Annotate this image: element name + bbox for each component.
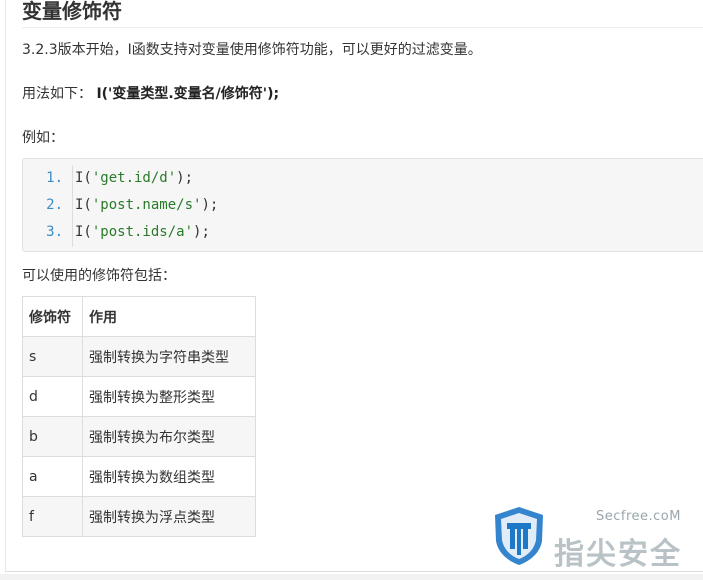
code-string: 'post.name/s' [91, 197, 202, 213]
watermark-site: Secfree.coM [596, 509, 681, 524]
title-divider [22, 27, 703, 28]
table-row: a 强制转换为数组类型 [22, 456, 256, 497]
modifier-cell: d [22, 376, 83, 417]
table-header-purpose: 作用 [82, 296, 256, 337]
code-fn: I( [75, 197, 92, 213]
usage-code: I('变量类型.变量名/修饰符'); [96, 86, 280, 102]
table-row: s 强制转换为字符串类型 [22, 336, 256, 377]
bottom-strip [0, 574, 703, 580]
intro-paragraph: 3.2.3版本开始，I函数支持对变量使用修饰符功能，可以更好的过滤变量。 [22, 42, 482, 58]
table-header-row: 修饰符 作用 [22, 296, 256, 337]
watermark: Secfree.coM 指尖安全 [492, 505, 682, 573]
table-row: f 强制转换为浮点类型 [22, 496, 256, 537]
line-number: 2. [46, 197, 63, 213]
table-header-modifier: 修饰符 [22, 296, 83, 337]
table-row: b 强制转换为布尔类型 [22, 416, 256, 457]
code-text: I('post.ids/a'); [75, 219, 210, 246]
watermark-name: 指尖安全 [554, 537, 682, 572]
code-tail: ); [201, 197, 219, 213]
shield-logo-icon [495, 507, 543, 565]
code-tail: ); [176, 170, 194, 186]
modifier-cell: f [22, 496, 83, 537]
section-title: 变量修饰符 [22, 0, 122, 23]
code-block: 1. I('get.id/d'); 2. I('post.name/s'); 3… [22, 158, 703, 252]
table-row: d 强制转换为整形类型 [22, 376, 256, 417]
code-string: 'post.ids/a' [91, 224, 194, 240]
code-string: 'get.id/d' [91, 170, 177, 186]
code-fn: I( [75, 170, 92, 186]
purpose-cell: 强制转换为字符串类型 [82, 336, 256, 377]
example-label: 例如： [22, 130, 64, 146]
modifier-cell: s [22, 336, 83, 377]
line-number: 3. [46, 224, 63, 240]
purpose-cell: 强制转换为浮点类型 [82, 496, 256, 537]
modifier-cell: a [22, 456, 83, 497]
code-gutter-divider [72, 165, 73, 247]
modifier-table: 修饰符 作用 s 强制转换为字符串类型 d 强制转换为整形类型 b 强制转换为布… [22, 296, 256, 537]
purpose-cell: 强制转换为布尔类型 [82, 416, 256, 457]
code-text: I('get.id/d'); [75, 165, 193, 192]
modifier-cell: b [22, 416, 83, 457]
modifiers-label: 可以使用的修饰符包括： [22, 268, 176, 284]
code-fn: I( [75, 224, 92, 240]
usage-paragraph: 用法如下： I('变量类型.变量名/修饰符'); [22, 84, 279, 104]
purpose-cell: 强制转换为数组类型 [82, 456, 256, 497]
usage-label: 用法如下： [22, 86, 92, 102]
line-number: 1. [46, 170, 63, 186]
code-text: I('post.name/s'); [75, 192, 218, 219]
code-tail: ); [193, 224, 210, 240]
purpose-cell: 强制转换为整形类型 [82, 376, 256, 417]
